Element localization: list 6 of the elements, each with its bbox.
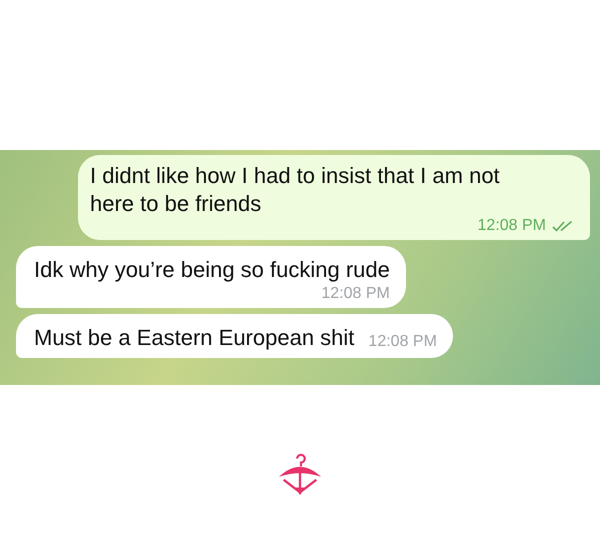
message-text: Idk why you’re being so fucking rude — [34, 256, 390, 284]
message-time: 12:08 PM — [478, 216, 546, 236]
message-text: I didnt like how I had to insist that I am not here to be friends — [90, 162, 501, 218]
message-time: 12:08 PM — [321, 284, 390, 304]
message-time: 12:08 PM — [368, 332, 437, 352]
message-text: Must be a Eastern European shit — [34, 324, 354, 352]
